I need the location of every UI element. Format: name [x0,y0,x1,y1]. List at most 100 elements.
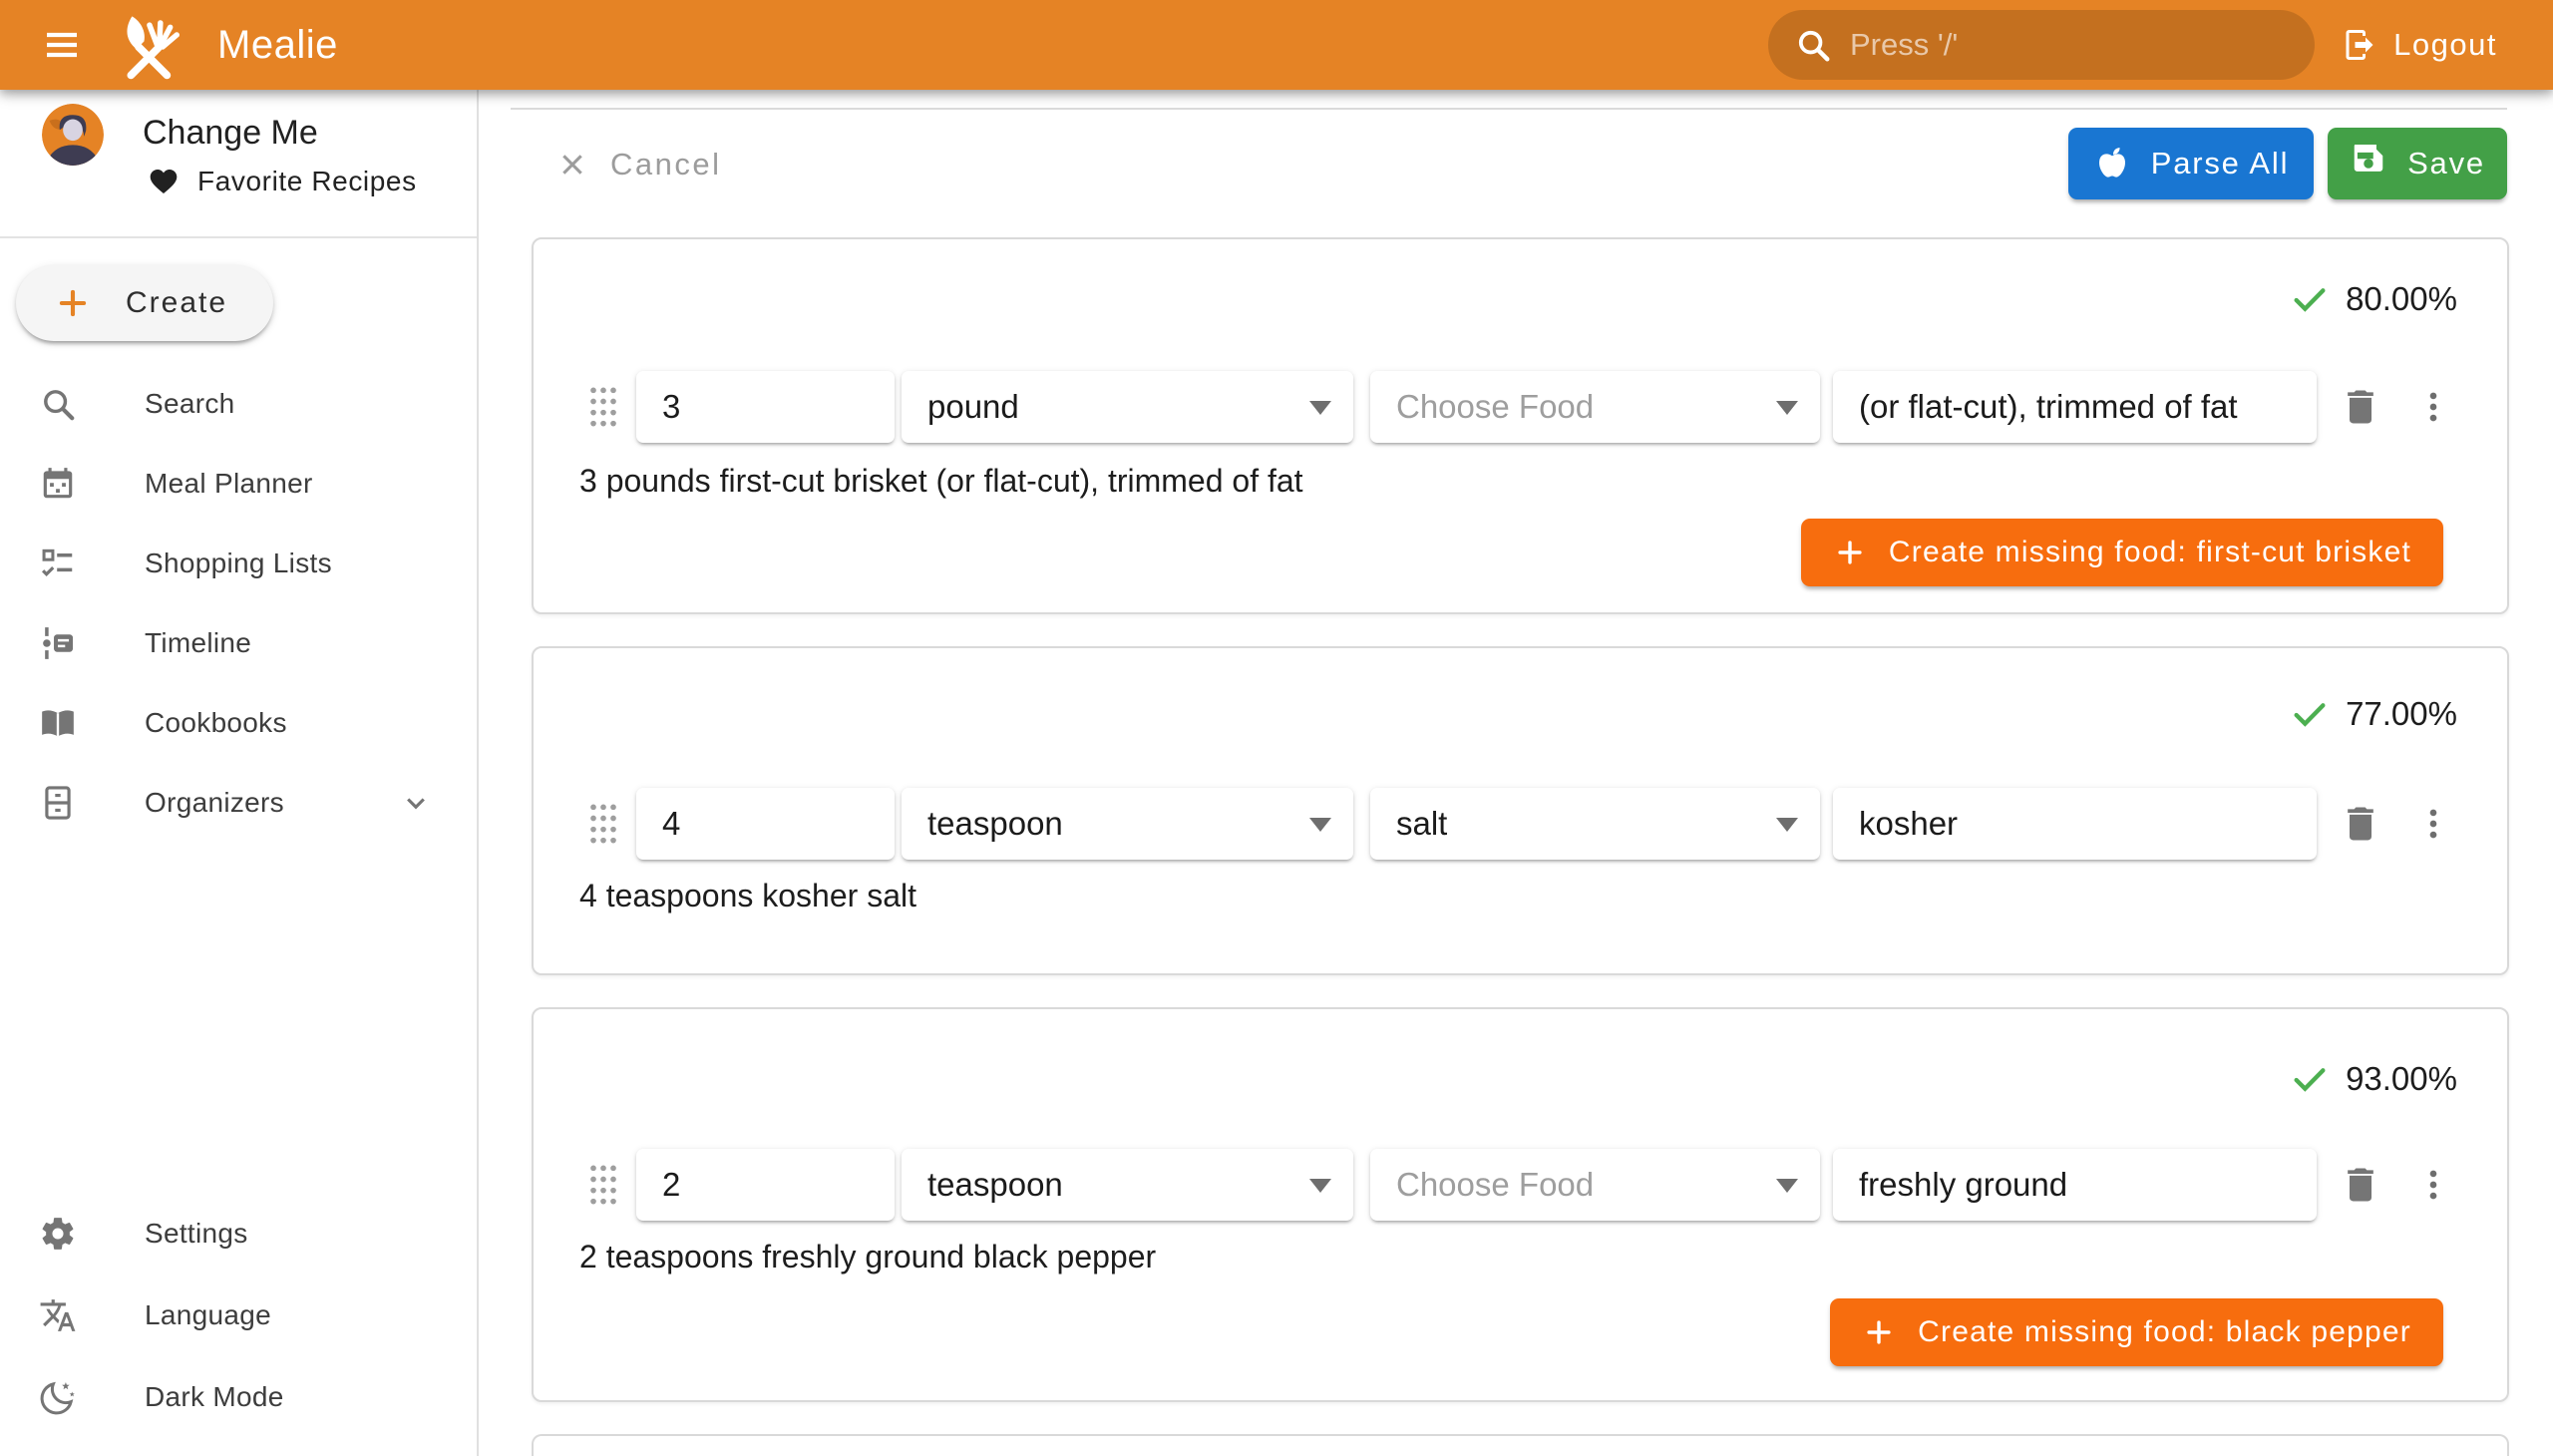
sidebar-item-dark-mode[interactable]: Dark Mode [0,1356,477,1438]
check-icon [2290,279,2330,319]
check-icon [2290,1059,2330,1099]
create-missing-food-label: Create missing food: first-cut brisket [1889,536,2411,569]
save-label: Save [2407,146,2485,182]
food-select[interactable]: Choose Food [1370,371,1820,443]
sidebar-item-label: Cookbooks [145,707,287,739]
mealie-logo-icon [116,12,185,82]
create-missing-food-label: Create missing food: black pepper [1918,1315,2411,1349]
kebab-icon [2414,388,2452,426]
search-bar[interactable] [1768,10,2315,80]
confidence-value: 93.00% [2346,1060,2457,1098]
chevron-down-icon[interactable] [399,786,433,820]
sidebar-item-shopping-lists[interactable]: Shopping Lists [0,524,477,603]
food-placeholder: Choose Food [1396,1166,1594,1204]
confidence-value: 80.00% [2346,280,2457,318]
sidebar-item-label: Settings [145,1218,248,1250]
confidence-value: 77.00% [2346,695,2457,733]
dropdown-icon [1776,818,1798,832]
sidebar-item-label: Search [145,388,235,420]
unit-value: pound [927,388,1019,426]
unit-select[interactable]: pound [902,371,1353,443]
unit-value: teaspoon [927,1166,1063,1204]
app-title: Mealie [217,0,338,90]
list-checks-icon [38,544,78,583]
ingredient-parser-main: Cancel Parse All Save 80.00% pound [481,90,2553,1456]
ingredient-card-partial [532,1434,2509,1456]
ingredient-card: 80.00% pound Choose Food [532,237,2509,614]
moon-stars-icon [38,1377,78,1417]
delete-button[interactable] [2331,1155,2390,1215]
dropdown-icon [1309,1179,1331,1193]
check-icon [2290,694,2330,734]
logout-icon [2342,27,2377,63]
sidebar-nav: Search Meal Planner Shopping Lists Timel… [0,364,477,843]
create-missing-food-button[interactable]: Create missing food: black pepper [1830,1298,2443,1366]
sidebar-item-timeline[interactable]: Timeline [0,603,477,683]
drag-handle-icon[interactable] [588,799,622,849]
floppy-save-icon [2350,145,2387,182]
original-ingredient-text: 4 teaspoons kosher salt [579,878,916,914]
open-book-icon [38,703,78,743]
note-input[interactable] [1859,805,2291,843]
menu-button[interactable] [30,13,94,77]
dropdown-icon [1776,1179,1798,1193]
search-icon [38,384,78,424]
parse-all-button[interactable]: Parse All [2068,128,2314,199]
logout-button[interactable]: Logout [2330,10,2509,80]
cancel-button[interactable]: Cancel [543,130,736,199]
sidebar-item-settings[interactable]: Settings [0,1193,477,1274]
confidence-indicator: 93.00% [2290,1059,2457,1099]
close-icon [556,149,588,181]
create-missing-food-button[interactable]: Create missing food: first-cut brisket [1801,519,2443,586]
search-icon [1794,26,1832,64]
more-options-button[interactable] [2406,794,2460,854]
sidebar-item-search[interactable]: Search [0,364,477,444]
sidebar-item-meal-planner[interactable]: Meal Planner [0,444,477,524]
ingredient-card: 77.00% teaspoon salt [532,646,2509,975]
unit-select[interactable]: teaspoon [902,788,1353,860]
favorite-recipes-link[interactable]: Favorite Recipes [148,166,417,197]
quantity-input[interactable] [662,1166,869,1204]
mealie-app: Mealie Logout Cha [0,0,2553,1456]
drag-handle-icon[interactable] [588,382,622,432]
quantity-input[interactable] [662,805,869,843]
more-options-button[interactable] [2406,377,2460,437]
gear-icon [38,1214,78,1254]
more-options-button[interactable] [2406,1155,2460,1215]
sidebar-item-cookbooks[interactable]: Cookbooks [0,683,477,763]
sidebar-item-language[interactable]: Language [0,1274,477,1356]
unit-select[interactable]: teaspoon [902,1149,1353,1221]
create-button[interactable]: Create [16,265,273,341]
cabinet-icon [38,783,78,823]
food-select[interactable]: salt [1370,788,1820,860]
note-input[interactable] [1859,1166,2291,1204]
sidebar-item-label: Meal Planner [145,468,313,500]
delete-button[interactable] [2331,377,2390,437]
favorite-recipes-label: Favorite Recipes [197,166,417,197]
original-ingredient-text: 2 teaspoons freshly ground black pepper [579,1239,1156,1275]
dropdown-icon [1309,401,1331,415]
avatar[interactable] [42,104,104,166]
dropdown-icon [1776,401,1798,415]
delete-button[interactable] [2331,794,2390,854]
top-divider [511,108,2507,110]
trash-icon [2339,385,2382,429]
sidebar-footer-nav: Settings Language Dark Mode [0,1193,477,1438]
kebab-icon [2414,805,2452,843]
dropdown-icon [1309,818,1331,832]
sidebar: Change Me Favorite Recipes Create Search… [0,90,479,1456]
translate-icon [38,1295,78,1335]
note-input[interactable] [1859,388,2291,426]
drag-handle-icon[interactable] [588,1160,622,1210]
heart-icon [148,166,180,197]
original-ingredient-text: 3 pounds first-cut brisket (or flat-cut)… [579,463,1303,500]
save-button[interactable]: Save [2328,128,2507,199]
food-select[interactable]: Choose Food [1370,1149,1820,1221]
food-value: salt [1396,805,1447,843]
sidebar-item-label: Timeline [145,627,251,659]
search-input[interactable] [1850,27,2289,63]
quantity-input[interactable] [662,388,869,426]
sidebar-item-organizers[interactable]: Organizers [0,763,477,843]
ingredient-card: 93.00% teaspoon Choose Food [532,1007,2509,1402]
food-placeholder: Choose Food [1396,388,1594,426]
